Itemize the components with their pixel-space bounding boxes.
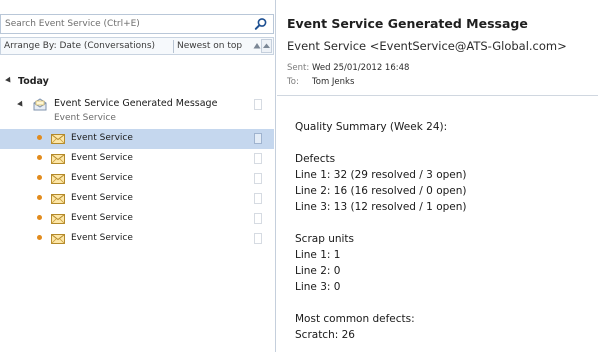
body-line: Line 2: 16 (16 resolved / 0 open) xyxy=(295,185,467,197)
unread-dot-icon xyxy=(37,175,42,180)
chevron-up-icon xyxy=(263,43,270,48)
body-line: Line 3: 0 xyxy=(295,281,341,293)
conversation-subject: Event Service Generated Message xyxy=(54,98,218,109)
unread-dot-icon xyxy=(37,235,42,240)
envelope-icon xyxy=(51,134,65,144)
to-value[interactable]: Tom Jenks xyxy=(312,77,354,87)
envelope-icon xyxy=(51,154,65,164)
body-line: Line 1: 1 xyxy=(295,249,341,261)
message-sender: Event Service xyxy=(71,153,133,163)
header-divider xyxy=(277,95,598,96)
sent-value: Wed 25/01/2012 16:48 xyxy=(312,63,410,73)
email-sent-row: Sent: Wed 25/01/2012 16:48 xyxy=(287,63,409,73)
body-line: Line 1: 32 (29 resolved / 3 open) xyxy=(295,169,467,181)
envelope-icon xyxy=(51,194,65,204)
conversation-envelope-icon xyxy=(33,98,47,111)
body-line: Defects xyxy=(295,153,336,165)
message-list-pane: Arrange By: Date (Conversations) Newest … xyxy=(0,0,276,352)
message-row[interactable]: Event Service xyxy=(0,189,274,209)
body-gap xyxy=(295,135,467,151)
body-line: Quality Summary (Week 24): xyxy=(295,121,448,133)
unread-dot-icon xyxy=(37,135,42,140)
email-from[interactable]: Event Service <EventService@ATS-Global.c… xyxy=(287,39,567,53)
sort-arrow-icon[interactable] xyxy=(253,42,261,50)
message-sender: Event Service xyxy=(71,233,133,243)
conversation-header[interactable]: Event Service Generated Message Event Se… xyxy=(0,96,274,128)
flag-icon[interactable] xyxy=(254,213,262,224)
sent-label: Sent: xyxy=(287,63,310,73)
body-line: Scrap units xyxy=(295,233,355,245)
scroll-up-button[interactable] xyxy=(261,39,272,53)
email-subject: Event Service Generated Message xyxy=(287,16,528,31)
unread-dot-icon xyxy=(37,195,42,200)
search-icon[interactable] xyxy=(254,17,268,31)
unread-dot-icon xyxy=(37,155,42,160)
message-sender: Event Service xyxy=(71,213,133,223)
body-line: Line 2: 0 xyxy=(295,265,341,277)
envelope-icon xyxy=(51,234,65,244)
flag-icon[interactable] xyxy=(254,153,262,164)
message-row[interactable]: Event Service xyxy=(0,229,274,249)
message-row[interactable]: Event Service xyxy=(0,169,274,189)
search-box[interactable] xyxy=(0,14,274,34)
arrange-bar: Arrange By: Date (Conversations) Newest … xyxy=(0,37,274,55)
collapse-triangle-icon[interactable] xyxy=(5,76,13,85)
flag-icon[interactable] xyxy=(254,233,262,244)
flag-icon[interactable] xyxy=(254,173,262,184)
search-input[interactable] xyxy=(1,15,251,33)
body-line: Line 3: 13 (12 resolved / 1 open) xyxy=(295,201,467,213)
conversation-sender: Event Service xyxy=(54,113,116,123)
arrange-by-button[interactable]: Arrange By: Date (Conversations) xyxy=(4,41,155,51)
arrange-separator xyxy=(173,40,174,53)
message-sender: Event Service xyxy=(71,133,133,143)
message-row[interactable]: Event Service xyxy=(0,209,274,229)
conversation-collapse-icon[interactable] xyxy=(17,100,25,109)
message-sender: Event Service xyxy=(71,173,133,183)
group-label: Today xyxy=(18,76,49,87)
flag-icon[interactable] xyxy=(254,193,262,204)
body-gap xyxy=(295,295,467,311)
sort-order-button[interactable]: Newest on top xyxy=(177,41,242,51)
message-list: Event Service Event Service Event Servic… xyxy=(0,129,274,249)
body-gap xyxy=(295,215,467,231)
unread-dot-icon xyxy=(37,215,42,220)
message-row[interactable]: Event Service xyxy=(0,129,274,149)
flag-icon[interactable] xyxy=(254,99,262,110)
message-row[interactable]: Event Service xyxy=(0,149,274,169)
body-line: Most common defects: xyxy=(295,313,415,325)
email-to-row: To: Tom Jenks xyxy=(287,77,354,87)
email-body: Quality Summary (Week 24): Defects Line … xyxy=(295,119,467,343)
to-label: To: xyxy=(287,77,299,87)
envelope-icon xyxy=(51,214,65,224)
body-line: Scratch: 26 xyxy=(295,329,355,341)
message-sender: Event Service xyxy=(71,193,133,203)
envelope-icon xyxy=(51,174,65,184)
reading-pane: Event Service Generated Message Event Se… xyxy=(277,0,598,352)
flag-icon[interactable] xyxy=(254,133,262,144)
group-header-today[interactable]: Today xyxy=(5,76,49,87)
